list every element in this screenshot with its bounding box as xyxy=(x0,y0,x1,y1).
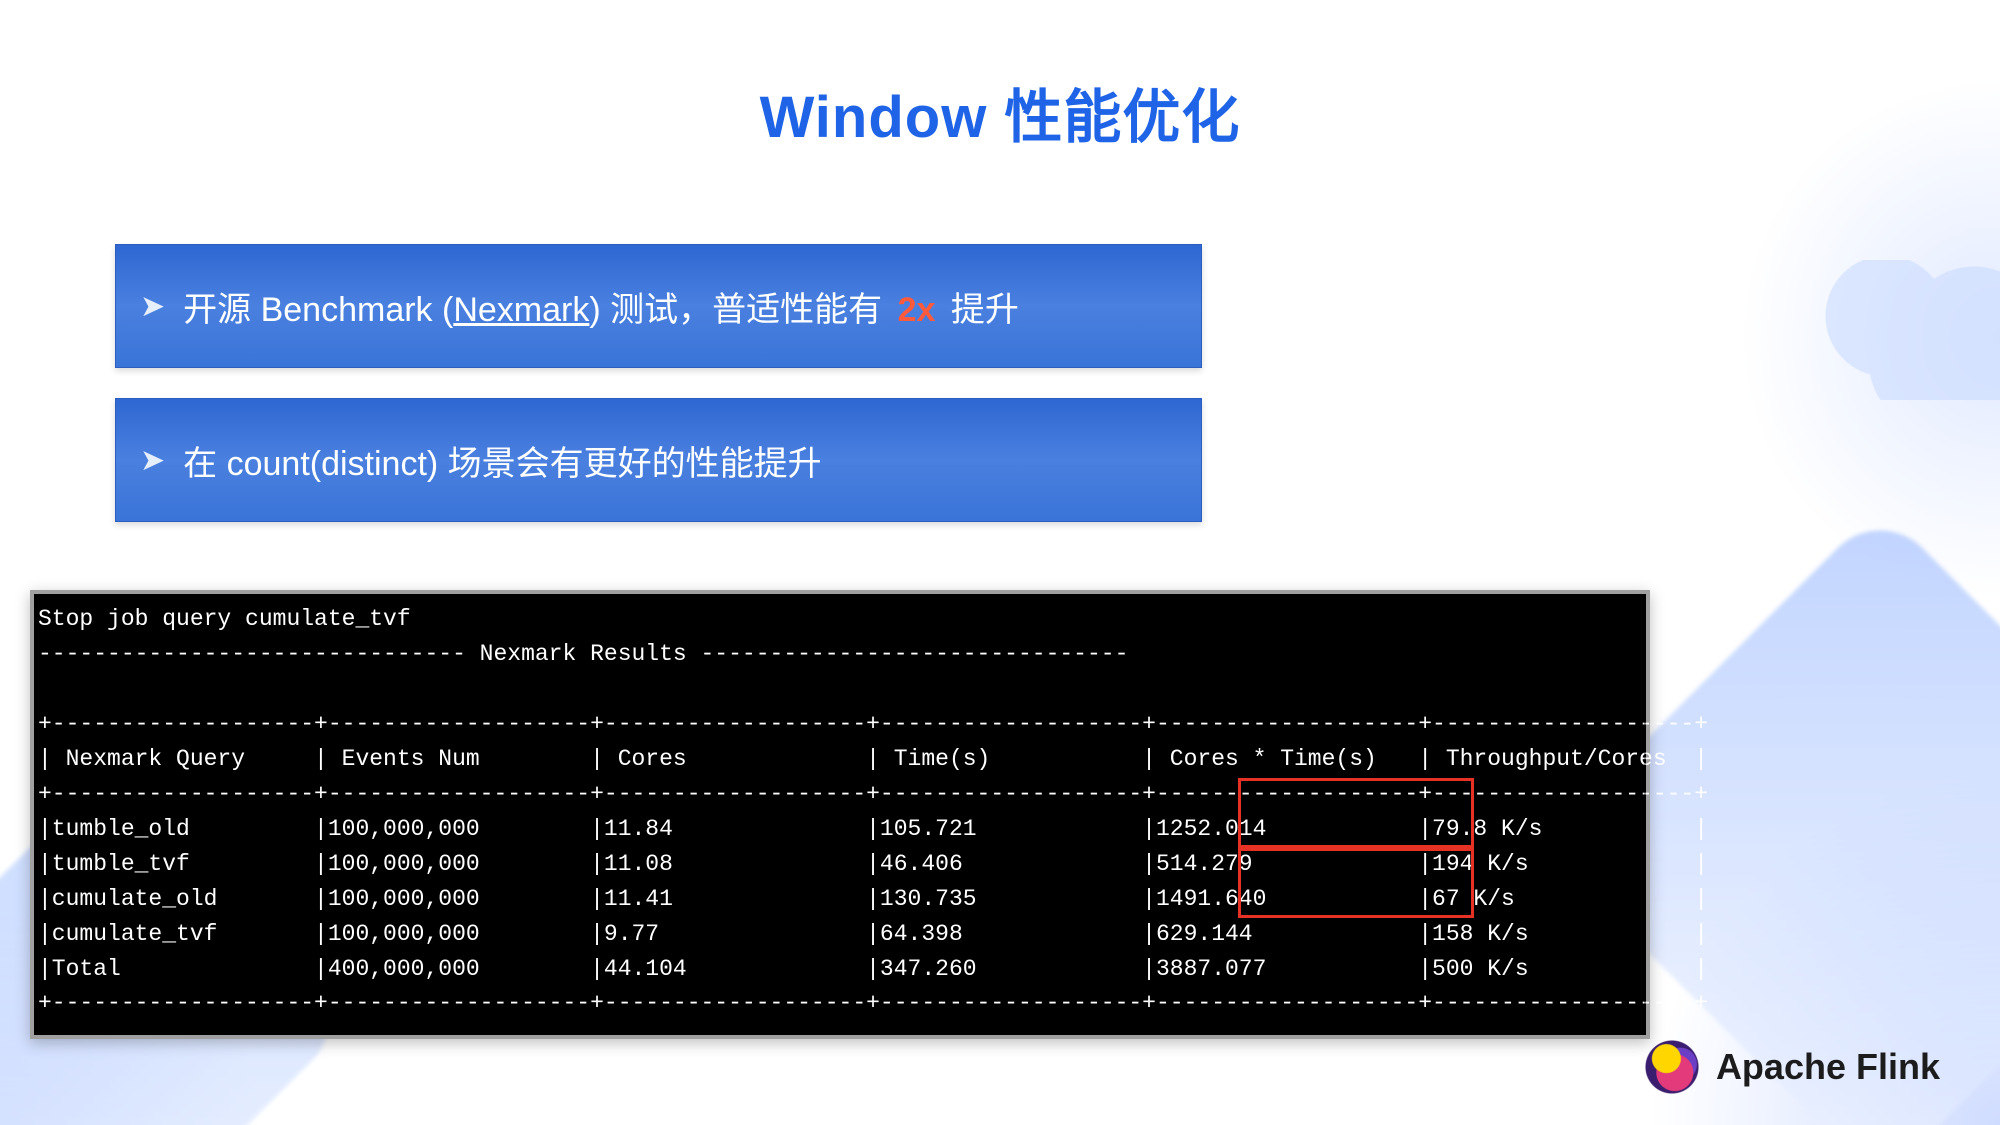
terminal-line: ------------------------------- Nexmark … xyxy=(38,641,1128,667)
chevron-right-icon: ➤ xyxy=(140,289,165,324)
apache-flink-logo: Apache Flink xyxy=(1644,1039,1940,1095)
table-row: |tumble_tvf |100,000,000 |11.08 |46.406 … xyxy=(38,851,1708,877)
bullet-1-post: 提升 xyxy=(941,291,1018,329)
terminal-line: +-------------------+-------------------… xyxy=(38,990,1708,1016)
flink-squirrel-icon xyxy=(1644,1039,1700,1095)
bullet-1-highlight: 2x xyxy=(898,291,936,329)
table-row: |Total |400,000,000 |44.104 |347.260 |38… xyxy=(38,956,1708,982)
terminal-screenshot: Stop job query cumulate_tvf ------------… xyxy=(30,590,1650,1039)
bullet-1-pre: 开源 Benchmark ( xyxy=(183,291,453,329)
chevron-right-icon: ➤ xyxy=(140,443,165,478)
bullet-list: ➤ 开源 Benchmark (Nexmark) 测试，普适性能有 2x 提升 … xyxy=(115,244,1202,522)
table-row: |cumulate_tvf |100,000,000 |9.77 |64.398… xyxy=(38,921,1708,947)
slide-title: Window 性能优化 xyxy=(0,0,2000,154)
terminal-line: +-------------------+-------------------… xyxy=(38,781,1708,807)
bullet-1-mid: ) 测试，普适性能有 xyxy=(589,291,891,329)
terminal-line: Stop job query cumulate_tvf xyxy=(38,606,411,632)
bullet-2: ➤ 在 count(distinct) 场景会有更好的性能提升 xyxy=(115,398,1202,522)
terminal-header-row: | Nexmark Query | Events Num | Cores | T… xyxy=(38,746,1708,772)
bullet-2-text: 在 count(distinct) 场景会有更好的性能提升 xyxy=(183,436,822,485)
logo-text: Apache Flink xyxy=(1716,1046,1940,1088)
bullet-1: ➤ 开源 Benchmark (Nexmark) 测试，普适性能有 2x 提升 xyxy=(115,244,1202,368)
bullet-1-link: Nexmark xyxy=(453,291,589,329)
table-row: |cumulate_old |100,000,000 |11.41 |130.7… xyxy=(38,886,1708,912)
terminal-output: Stop job query cumulate_tvf ------------… xyxy=(34,594,1646,1035)
table-row: |tumble_old |100,000,000 |11.84 |105.721… xyxy=(38,816,1708,842)
bullet-1-text: 开源 Benchmark (Nexmark) 测试，普适性能有 2x 提升 xyxy=(183,282,1019,331)
terminal-line: +-------------------+-------------------… xyxy=(38,711,1708,737)
cloud-decoration xyxy=(1820,260,2000,400)
